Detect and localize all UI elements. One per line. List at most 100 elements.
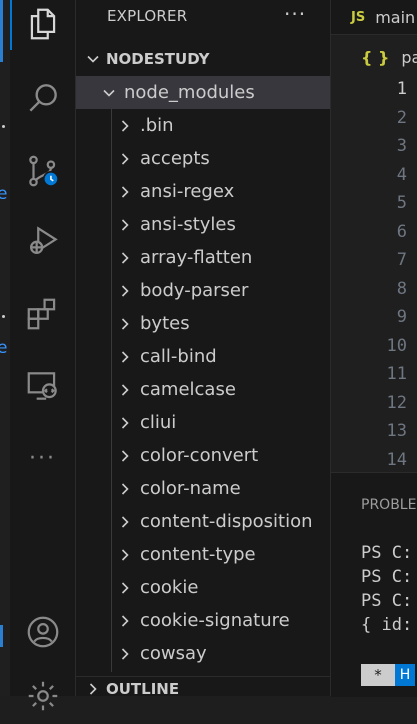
tree-item[interactable]: accepts (76, 142, 330, 175)
extensions-icon[interactable] (10, 286, 75, 342)
edge-dot (2, 315, 5, 318)
tree-item[interactable]: cowsay (76, 637, 330, 670)
chevron-right-icon (116, 185, 134, 199)
tree-item-label: camelcase (140, 379, 236, 400)
tree-item-label: body-parser (140, 280, 249, 301)
tree-item[interactable]: ansi-styles (76, 208, 330, 241)
tree-item-label: color-convert (140, 445, 259, 466)
line-number: 14 (386, 449, 407, 470)
chevron-down-icon (100, 86, 118, 100)
terminal-chip-label: H (395, 664, 415, 686)
more-actions-icon[interactable]: ··· (284, 2, 306, 26)
explorer-sidebar: EXPLORER ··· NODESTUDY node_modules .bin… (76, 0, 331, 696)
edge-accent (0, 625, 3, 647)
tree-item-label: call-bind (140, 346, 217, 367)
chevron-right-icon (116, 515, 134, 529)
chevron-right-icon (116, 383, 134, 397)
tree-item[interactable]: ansi-regex (76, 175, 330, 208)
tree-item-label: content-disposition (140, 511, 313, 532)
tree-item[interactable]: cookie (76, 571, 330, 604)
tab-label: main (375, 7, 416, 27)
more-icon[interactable]: ··· (10, 430, 75, 486)
terminal-line: PS C: (361, 591, 413, 611)
editor-area: JS main { }pac 1234567891011121314 PROBL… (331, 0, 417, 697)
chevron-right-icon (116, 581, 134, 595)
line-number: 9 (396, 307, 407, 327)
tree-item[interactable]: call-bind (76, 340, 330, 373)
tree-item[interactable]: body-parser (76, 274, 330, 307)
line-number: 7 (396, 250, 407, 270)
chevron-right-icon (116, 350, 134, 364)
json-icon: { } (361, 48, 390, 67)
tree-item-label: cowsay (140, 643, 207, 664)
account-icon[interactable] (10, 604, 75, 660)
tree-item-label: cookie (140, 577, 199, 598)
edge-letter: e (0, 338, 8, 358)
tree-item[interactable]: color-name (76, 472, 330, 505)
explorer-title: EXPLORER (107, 7, 188, 25)
chevron-right-icon (116, 218, 134, 232)
workspace-name: NODESTUDY (106, 50, 210, 68)
terminal-line: PS C: (361, 567, 413, 587)
tree-item[interactable]: color-convert (76, 439, 330, 472)
run-debug-icon[interactable] (10, 213, 75, 269)
chevron-down-icon (84, 52, 102, 66)
tree-item-label: ansi-styles (140, 214, 236, 235)
outline-section[interactable]: OUTLINE (76, 674, 330, 696)
line-number: 11 (386, 364, 407, 384)
tree-item-label: ansi-regex (140, 181, 235, 202)
workspace-section[interactable]: NODESTUDY (76, 44, 330, 74)
tree-item-label: cliui (140, 412, 177, 433)
tree-item-label: array-flatten (140, 247, 253, 268)
terminal-tab-chip[interactable]: * H (361, 664, 415, 686)
terminal-line: PS C: (361, 543, 413, 563)
tree-item[interactable]: content-disposition (76, 505, 330, 538)
explorer-icon[interactable] (10, 0, 75, 52)
line-number: 2 (396, 107, 407, 128)
edge-accent (0, 0, 3, 62)
editor-tab-bar: JS main (331, 0, 417, 35)
breadcrumb-text: pac (401, 48, 417, 67)
tree-item[interactable]: cookie-signature (76, 604, 330, 637)
line-number: 12 (386, 392, 407, 413)
tree-item[interactable]: content-type (76, 538, 330, 571)
outline-label: OUTLINE (106, 680, 180, 696)
chevron-right-icon (116, 548, 134, 562)
tree-item[interactable]: cliui (76, 406, 330, 439)
settings-icon[interactable] (10, 668, 75, 724)
tree-item-label: accepts (140, 148, 210, 169)
chevron-right-icon (116, 449, 134, 463)
line-number: 1 (396, 79, 407, 99)
search-icon[interactable] (10, 70, 75, 126)
remote-explorer-icon[interactable] (10, 358, 75, 414)
chevron-right-icon (84, 682, 102, 696)
breadcrumb[interactable]: { } pac (361, 48, 417, 67)
terminal-line: { id: (361, 615, 413, 635)
activity-bar: ··· (10, 0, 76, 711)
adjacent-window-edge: e e (0, 0, 10, 696)
line-number: 10 (386, 335, 407, 356)
line-number: 3 (396, 136, 407, 156)
chevron-right-icon (116, 119, 134, 133)
tree-item[interactable]: bytes (76, 307, 330, 340)
tree-item-label: cookie-signature (140, 610, 290, 631)
folder-node-modules[interactable]: node_modules (76, 76, 330, 109)
line-number: 5 (396, 193, 407, 213)
chevron-right-icon (116, 251, 134, 265)
source-control-icon[interactable] (10, 143, 75, 199)
tree-item[interactable]: .bin (76, 109, 330, 142)
chevron-right-icon (116, 416, 134, 430)
terminal-chip-star: * (361, 664, 395, 686)
chevron-right-icon (116, 614, 134, 628)
js-file-icon: JS (351, 9, 366, 25)
tab-problems[interactable]: PROBLE (361, 497, 416, 513)
tree-item[interactable]: camelcase (76, 373, 330, 406)
edge-letter: e (0, 184, 8, 204)
line-number: 4 (396, 164, 407, 185)
chevron-right-icon (116, 482, 134, 496)
chevron-right-icon (116, 284, 134, 298)
chevron-right-icon (116, 647, 134, 661)
editor-tab[interactable]: JS main (331, 0, 417, 34)
tree-item[interactable]: array-flatten (76, 241, 330, 274)
chevron-right-icon (116, 152, 134, 166)
